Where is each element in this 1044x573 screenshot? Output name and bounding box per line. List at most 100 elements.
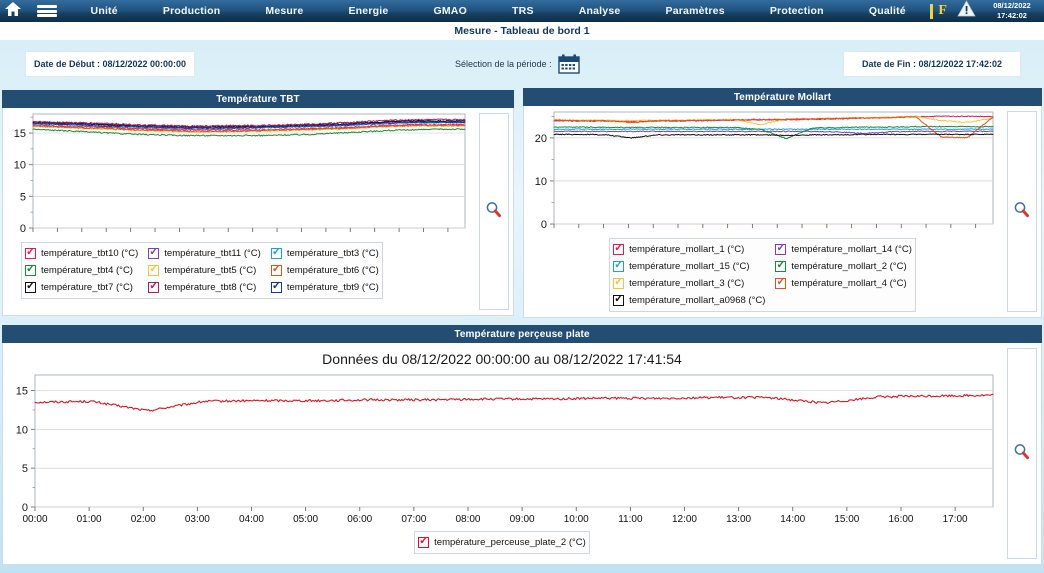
- status-separator-bar: [930, 3, 934, 19]
- legend-checkbox[interactable]: [25, 246, 36, 259]
- clock-time: 17:42:02: [996, 11, 1027, 20]
- legend-checkbox[interactable]: [25, 280, 36, 293]
- legend-label: température_perceuse_plate_2 (°C): [434, 537, 586, 548]
- page-title: Mesure - Tableau de bord 1: [454, 25, 590, 37]
- legend-label: température_tbt9 (°C): [286, 282, 379, 293]
- legend-checkbox[interactable]: [148, 263, 160, 276]
- magnifier-icon: [1013, 201, 1030, 223]
- top-menu-bar: Unité Production Mesure Energie GMAO TRS…: [0, 0, 1044, 22]
- svg-text:08:00: 08:00: [455, 514, 480, 525]
- home-button[interactable]: [0, 0, 26, 22]
- legend-checkbox[interactable]: [775, 276, 787, 289]
- svg-text:09:00: 09:00: [510, 514, 535, 525]
- legend-item[interactable]: température_mollart_15 (°C): [613, 258, 765, 275]
- chart-mollart-zoom-button[interactable]: [1006, 111, 1037, 312]
- chart-tbt-zoom-button[interactable]: [478, 113, 509, 310]
- menu-item-unite[interactable]: Unité: [68, 0, 140, 22]
- warning-triangle-icon[interactable]: [957, 0, 976, 22]
- clock-date: 08/12/2022: [993, 1, 1031, 10]
- svg-text:0: 0: [22, 502, 28, 514]
- menu-status-area: F 08/12/2022 17:42:02: [928, 0, 1044, 22]
- menu-item-gmao[interactable]: GMAO: [411, 0, 490, 22]
- legend-checkbox[interactable]: [148, 280, 160, 293]
- legend-item[interactable]: température_tbt3 (°C): [270, 245, 379, 262]
- svg-text:06:00: 06:00: [347, 514, 372, 525]
- legend-item[interactable]: température_mollart_3 (°C): [613, 275, 765, 292]
- legend-item[interactable]: température_tbt11 (°C): [148, 245, 261, 262]
- legend-checkbox[interactable]: [270, 263, 282, 276]
- legend-checkbox[interactable]: [613, 259, 625, 272]
- legend-checkbox[interactable]: [25, 263, 36, 276]
- legend-checkbox[interactable]: [613, 276, 625, 289]
- svg-text:03:00: 03:00: [185, 514, 210, 525]
- legend-item[interactable]: température_tbt8 (°C): [148, 279, 261, 296]
- svg-text:10:00: 10:00: [564, 514, 589, 525]
- legend-label: température_tbt10 (°C): [41, 248, 139, 259]
- chart-perceuse[interactable]: Données du 08/12/2022 00:00:00 au 08/12/…: [3, 343, 1001, 564]
- date-filter-row: Date de Début : 08/12/2022 00:00:00 Séle…: [0, 42, 1044, 86]
- panel-tbt-title: Température TBT: [2, 90, 514, 108]
- legend-item[interactable]: température_tbt9 (°C): [270, 279, 379, 296]
- legend-label: température_tbt4 (°C): [41, 265, 133, 276]
- menu-item-mesure[interactable]: Mesure: [243, 0, 326, 22]
- legend-checkbox[interactable]: [148, 246, 160, 259]
- menu-item-qualite[interactable]: Qualité: [846, 0, 928, 22]
- periode-selector: Sélection de la période :: [455, 51, 580, 77]
- legend-checkbox[interactable]: [775, 259, 787, 272]
- legend-label: température_mollart_4 (°C): [791, 278, 907, 289]
- svg-text:02:00: 02:00: [131, 514, 156, 525]
- date-debut-field[interactable]: Date de Début : 08/12/2022 00:00:00: [25, 51, 195, 77]
- magnifier-icon: [485, 201, 502, 223]
- legend-item[interactable]: température_perceuse_plate_2 (°C): [418, 534, 586, 551]
- panel-temperature-mollart: Température Mollart 0 10 20 température_mo…: [523, 88, 1042, 318]
- svg-text:14:00: 14:00: [780, 514, 805, 525]
- status-letter-f: F: [938, 3, 947, 18]
- svg-text:12:00: 12:00: [672, 514, 697, 525]
- legend-checkbox[interactable]: [270, 280, 282, 293]
- menu-item-production[interactable]: Production: [140, 0, 243, 22]
- panel-mollart-title: Température Mollart: [523, 88, 1042, 106]
- chart-tbt[interactable]: 051015 température_tbt10 (°C)température…: [3, 108, 473, 315]
- legend-item[interactable]: température_tbt5 (°C): [148, 262, 261, 279]
- menu-item-protection[interactable]: Protection: [747, 0, 846, 22]
- chart-perceuse-zoom-button[interactable]: [1006, 348, 1037, 559]
- legend-checkbox[interactable]: [418, 535, 430, 548]
- legend-item[interactable]: température_tbt6 (°C): [270, 262, 379, 279]
- chart-mollart[interactable]: 0 10 20 température_mollart_1 (°C) températ…: [524, 106, 1001, 317]
- menu-item-trs[interactable]: TRS: [490, 0, 557, 22]
- svg-text:15:00: 15:00: [834, 514, 859, 525]
- legend-checkbox[interactable]: [775, 242, 787, 255]
- svg-text:20: 20: [535, 133, 547, 145]
- legend-label: température_mollart_15 (°C): [629, 261, 750, 272]
- svg-text:04:00: 04:00: [239, 514, 264, 525]
- legend-item[interactable]: température_tbt4 (°C): [25, 262, 138, 279]
- legend-item[interactable]: température_mollart_2 (°C): [775, 258, 912, 275]
- legend-label: température_mollart_2 (°C): [791, 261, 907, 272]
- legend-label: température_mollart_14 (°C): [791, 244, 912, 255]
- legend-label: température_tbt5 (°C): [164, 265, 257, 276]
- calendar-icon[interactable]: [557, 54, 580, 74]
- svg-text:00:00: 00:00: [22, 514, 47, 525]
- legend-item[interactable]: température_mollart_1 (°C): [613, 241, 765, 258]
- legend-checkbox[interactable]: [613, 242, 625, 255]
- date-fin-field[interactable]: Date de Fin : 08/12/2022 17:42:02: [843, 51, 1021, 77]
- menu-item-energie[interactable]: Energie: [326, 0, 411, 22]
- legend-item[interactable]: température_tbt7 (°C): [25, 279, 138, 296]
- svg-text:0: 0: [541, 219, 547, 231]
- legend-item[interactable]: température_mollart_4 (°C): [775, 275, 912, 292]
- legend-checkbox[interactable]: [270, 246, 282, 259]
- legend-tbt: température_tbt10 (°C) température_tbt11 …: [21, 242, 383, 299]
- svg-text:10: 10: [535, 176, 547, 188]
- svg-text:15: 15: [14, 128, 26, 140]
- menu-item-analyse[interactable]: Analyse: [556, 0, 643, 22]
- chart-perceuse-subtitle: Données du 08/12/2022 00:00:00 au 08/12/…: [322, 351, 682, 367]
- panel-temperature-perceuse-plate: Température perçeuse plate Données du 08…: [2, 325, 1042, 565]
- legend-item[interactable]: température_tbt10 (°C): [25, 245, 138, 262]
- svg-text:05:00: 05:00: [293, 514, 318, 525]
- legend-item[interactable]: température_mollart_a0968 (°C): [613, 292, 765, 309]
- hamburger-menu-button[interactable]: [26, 0, 68, 22]
- svg-text:17:00: 17:00: [943, 514, 968, 525]
- legend-item[interactable]: température_mollart_14 (°C): [775, 241, 912, 258]
- menu-item-parametres[interactable]: Paramètres: [643, 0, 747, 22]
- legend-checkbox[interactable]: [613, 293, 625, 306]
